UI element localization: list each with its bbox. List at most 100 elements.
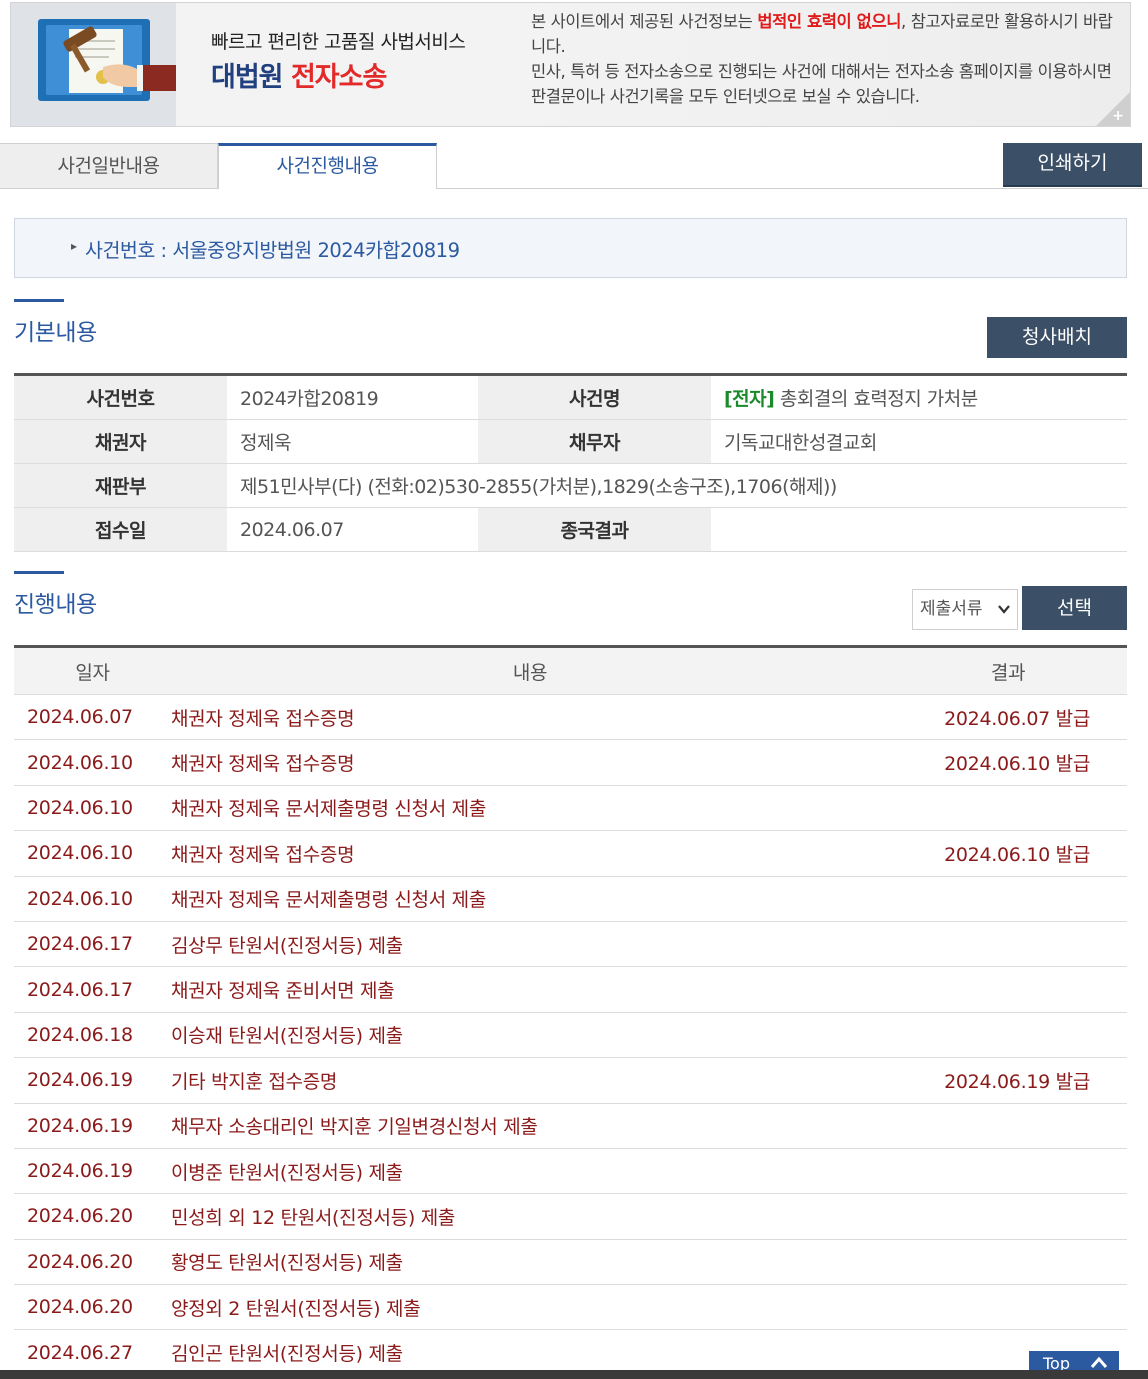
- electronic-tag: [전자]: [724, 388, 775, 410]
- print-button[interactable]: 인쇄하기: [1003, 143, 1142, 187]
- row-date: 2024.06.20: [14, 1239, 171, 1286]
- tab-baseline: [437, 188, 1148, 189]
- row-content: 채권자 정제욱 접수증명: [171, 739, 889, 786]
- info-row: 재판부 제51민사부(다) (전화:02)530-2855(가처분),1829(…: [14, 463, 1127, 508]
- row-content: 채권자 정제욱 접수증명: [171, 694, 889, 741]
- table-row: 2024.06.20 황영도 탄원서(진정서등) 제출: [14, 1239, 1127, 1286]
- row-content: 이병준 탄원서(진정서등) 제출: [171, 1148, 889, 1195]
- info-header: 접수일: [14, 507, 227, 552]
- col-header-content: 내용: [171, 646, 889, 695]
- row-content: 황영도 탄원서(진정서등) 제출: [171, 1239, 889, 1286]
- banner-slogan: 빠르고 편리한 고품질 사법서비스: [211, 31, 466, 53]
- row-content: 채권자 정제욱 준비서면 제출: [171, 966, 889, 1013]
- table-row: 2024.06.20 민성희 외 12 탄원서(진정서등) 제출: [14, 1193, 1127, 1240]
- table-row: 2024.06.18 이승재 탄원서(진정서등) 제출: [14, 1012, 1127, 1059]
- row-result: [889, 1239, 1127, 1286]
- info-row: 채권자 정제욱 채무자 기독교대한성결교회: [14, 419, 1127, 464]
- info-header: 채권자: [14, 419, 227, 464]
- row-content: 기타 박지훈 접수증명: [171, 1057, 889, 1104]
- row-date: 2024.06.17: [14, 921, 171, 968]
- top-label: Top: [1043, 1354, 1070, 1371]
- bullet-icon: ▸: [71, 239, 78, 253]
- chevron-up-icon: [1090, 1356, 1108, 1368]
- courtroom-map-button[interactable]: 청사배치: [987, 317, 1127, 358]
- info-header: 재판부: [14, 463, 227, 508]
- banner-notice: 본 사이트에서 제공된 사건정보는 법적인 효력이 없으니, 참고자료로만 활용…: [531, 9, 1116, 109]
- basic-info-table: 사건번호 2024카합20819 사건명 [전자] 총회결의 효력정지 가처분 …: [14, 373, 1127, 552]
- select-button[interactable]: 선택: [1022, 586, 1127, 630]
- table-row: 2024.06.10 채권자 정제욱 문서제출명령 신청서 제출: [14, 785, 1127, 832]
- table-row: 2024.06.17 김상무 탄원서(진정서등) 제출: [14, 921, 1127, 968]
- col-header-date: 일자: [14, 646, 171, 695]
- back-to-top-button[interactable]: Top: [1029, 1351, 1119, 1371]
- row-content: 채권자 정제욱 문서제출명령 신청서 제출: [171, 785, 889, 832]
- tab-case-general[interactable]: 사건일반내용: [0, 143, 218, 189]
- tab-case-progress[interactable]: 사건진행내용: [218, 143, 437, 189]
- info-header: 사건번호: [14, 374, 227, 420]
- progress-section-rule: [14, 571, 64, 574]
- document-filter-select[interactable]: 제출서류: [912, 589, 1018, 630]
- info-row: 접수일 2024.06.07 종국결과: [14, 507, 1127, 552]
- progress-section-title: 진행내용: [14, 592, 97, 618]
- progress-table: 일자 내용 결과 2024.06.07 채권자 정제욱 접수증명 2024.06.0…: [14, 645, 1127, 1376]
- row-result: [889, 1193, 1127, 1240]
- gavel-document-icon: [11, 3, 176, 126]
- banner-brand: 대법원 전자소송: [211, 55, 387, 94]
- row-result: 2024.06.19 발급: [889, 1057, 1127, 1104]
- info-value: 기독교대한성결교회: [711, 419, 1127, 464]
- info-value: 정제욱: [227, 419, 478, 464]
- row-result: [889, 966, 1127, 1013]
- chevron-down-icon: [998, 605, 1010, 614]
- row-date: 2024.06.17: [14, 966, 171, 1013]
- brand-ecourt: 전자소송: [290, 62, 387, 93]
- table-row: 2024.06.10 채권자 정제욱 접수증명 2024.06.10 발급: [14, 739, 1127, 786]
- info-value: 2024.06.07: [227, 507, 478, 552]
- info-value: 제51민사부(다) (전화:02)530-2855(가처분),1829(소송구조…: [227, 463, 1127, 508]
- case-number-line: 사건번호 : 서울중앙지방법원 2024카합20819: [85, 239, 460, 262]
- row-date: 2024.06.10: [14, 830, 171, 877]
- row-content: 채무자 소송대리인 박지훈 기일변경신청서 제출: [171, 1103, 889, 1149]
- tab-bar: 사건일반내용 사건진행내용: [0, 143, 1148, 189]
- footer-bar: [0, 1370, 1148, 1379]
- row-date: 2024.06.27: [14, 1329, 171, 1376]
- notice-prefix: 본 사이트에서 제공된 사건정보는: [531, 12, 758, 31]
- table-row: 2024.06.19 이병준 탄원서(진정서등) 제출: [14, 1148, 1127, 1195]
- row-result: [889, 1148, 1127, 1195]
- row-content: 이승재 탄원서(진정서등) 제출: [171, 1012, 889, 1059]
- info-header: 종국결과: [478, 507, 711, 552]
- row-date: 2024.06.10: [14, 785, 171, 832]
- top-banner: 빠르고 편리한 고품질 사법서비스 대법원 전자소송 본 사이트에서 제공된 사…: [10, 2, 1131, 127]
- row-content: 양정외 2 탄원서(진정서등) 제출: [171, 1284, 889, 1331]
- row-date: 2024.06.19: [14, 1148, 171, 1195]
- row-content: 김상무 탄원서(진정서등) 제출: [171, 921, 889, 968]
- notice-emphasis: 법적인 효력이 없으니: [757, 12, 902, 31]
- progress-rows: 2024.06.07 채권자 정제욱 접수증명 2024.06.07 발급 2024.…: [14, 694, 1127, 1376]
- table-row: 2024.06.20 양정외 2 탄원서(진정서등) 제출: [14, 1284, 1127, 1331]
- row-result: 2024.06.10 발급: [889, 739, 1127, 786]
- info-value: [711, 507, 1127, 552]
- table-row: 2024.06.10 채권자 정제욱 문서제출명령 신청서 제출: [14, 876, 1127, 922]
- notice-line2: 민사, 특허 등 전자소송으로 진행되는 사건에 대해서는 전자소송 홈페이지를…: [531, 62, 1112, 106]
- table-row: 2024.06.27 김인곤 탄원서(진정서등) 제출: [14, 1329, 1127, 1376]
- row-result: [889, 876, 1127, 922]
- case-number-box: ▸ 사건번호 : 서울중앙지방법원 2024카합20819: [14, 218, 1127, 278]
- brand-court: 대법원: [211, 62, 284, 93]
- row-content: 채권자 정제욱 접수증명: [171, 830, 889, 877]
- row-result: [889, 1012, 1127, 1059]
- row-result: [889, 1103, 1127, 1149]
- row-date: 2024.06.20: [14, 1193, 171, 1240]
- row-result: 2024.06.10 발급: [889, 830, 1127, 877]
- basic-section-title: 기본내용: [14, 320, 97, 346]
- table-row: 2024.06.07 채권자 정제욱 접수증명 2024.06.07 발급: [14, 694, 1127, 741]
- row-result: [889, 785, 1127, 832]
- col-header-result: 결과: [889, 646, 1127, 695]
- row-content: 민성희 외 12 탄원서(진정서등) 제출: [171, 1193, 889, 1240]
- table-row: 2024.06.10 채권자 정제욱 접수증명 2024.06.10 발급: [14, 830, 1127, 877]
- row-date: 2024.06.10: [14, 876, 171, 922]
- filter-selected-value: 제출서류: [920, 599, 983, 619]
- case-name: 총회결의 효력정지 가처분: [779, 388, 978, 410]
- info-row: 사건번호 2024카합20819 사건명 [전자] 총회결의 효력정지 가처분: [14, 374, 1127, 420]
- info-header: 사건명: [478, 374, 711, 420]
- banner-more-plus[interactable]: +: [1112, 108, 1124, 124]
- row-date: 2024.06.20: [14, 1284, 171, 1331]
